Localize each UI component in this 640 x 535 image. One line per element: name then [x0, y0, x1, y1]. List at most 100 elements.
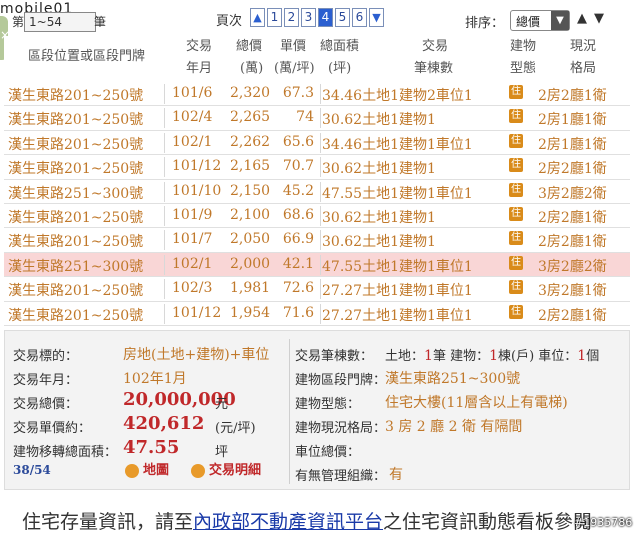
sort-desc-button[interactable]: ▼ — [594, 11, 604, 26]
pager-next-button[interactable]: ▼ — [369, 8, 384, 27]
table-row[interactable]: 漢生東路201~250號 101/7 2,050 66.9 30.62土地1建物… — [4, 228, 630, 253]
row-price: 2,100 — [230, 206, 271, 223]
row-divider — [164, 279, 165, 300]
map-pin-icon — [125, 463, 139, 478]
row-unit-price: 42.1 — [282, 255, 314, 272]
house-type-icon: 住 — [509, 182, 523, 197]
row-area: 47.55土地1建物1車位1 — [322, 185, 473, 202]
row-price: 2,050 — [230, 231, 271, 248]
map-button[interactable]: 地圖 — [125, 459, 169, 478]
pager-page-5[interactable]: 5 — [335, 8, 350, 27]
header-price-1: 總價 — [236, 39, 263, 54]
row-divider — [320, 132, 321, 153]
sort-asc-button[interactable]: ▲ — [577, 11, 587, 26]
transaction-detail-button[interactable]: 交易明細 — [191, 459, 261, 478]
document-icon — [191, 463, 205, 478]
row-date: 102/1 — [172, 255, 213, 272]
row-layout: 3房2廳2衛 — [538, 185, 607, 202]
table-row[interactable]: 漢生東路201~250號 101/6 2,320 67.3 34.46土地1建物… — [4, 82, 630, 107]
header-area-1: 總面積 — [320, 39, 360, 54]
platform-link[interactable]: 內政部不動產資訊平台 — [193, 511, 383, 533]
sort-select-value: 總價 — [516, 15, 541, 29]
table-row[interactable]: 漢生東路201~250號 102/4 2,265 74 30.62土地1建物1 … — [4, 106, 630, 131]
detail-building-type-label: 建物型態： — [295, 397, 361, 412]
row-divider — [320, 84, 321, 104]
page-range-select[interactable]: 1~54 — [24, 12, 96, 32]
page-range-suffix: 筆 — [94, 15, 107, 29]
row-divider — [320, 303, 321, 324]
detail-layout-label: 建物現況格局： — [295, 421, 387, 436]
row-address: 漢生東路201~250號 — [8, 209, 144, 226]
detail-area-unit: 坪 — [215, 445, 229, 460]
row-unit-price: 72.6 — [282, 280, 314, 297]
row-divider — [164, 84, 165, 104]
detail-unit-price-value: 420,612 — [123, 413, 205, 434]
house-type-icon: 住 — [509, 133, 523, 148]
row-price: 2,000 — [230, 255, 271, 272]
row-price: 2,150 — [230, 182, 271, 199]
house-type-icon: 住 — [509, 109, 523, 124]
detail-area-label: 建物移轉總面積： — [13, 445, 118, 460]
row-divider — [164, 205, 165, 226]
row-unit-price: 66.9 — [282, 231, 314, 248]
transaction-detail-panel: 交易標的： 房地(土地+建物)+車位 交易年月： 102年1月 交易總價： 20… — [4, 330, 630, 490]
row-divider — [320, 279, 321, 300]
table-row-selected[interactable]: 漢生東路251~300號 102/1 2,000 42.1 47.55土地1建物… — [4, 252, 630, 278]
row-area: 27.27土地1建物1車位1 — [322, 307, 473, 324]
detail-count-label: 交易筆棟數： — [295, 349, 374, 364]
row-price: 1,954 — [230, 304, 271, 321]
row-unit-price: 71.6 — [282, 304, 314, 321]
pager-prev-button[interactable]: ▲ — [250, 8, 265, 27]
house-type-icon: 住 — [509, 206, 523, 221]
table-row[interactable]: 漢生東路201~250號 101/12 1,954 71.6 27.27土地1建… — [4, 302, 630, 326]
table-row[interactable]: 漢生東路201~250號 101/9 2,100 68.6 30.62土地1建物… — [4, 204, 630, 229]
row-unit-price: 70.7 — [282, 158, 314, 175]
house-type-icon: 住 — [509, 255, 523, 270]
row-unit-price: 67.3 — [282, 85, 314, 101]
table-row[interactable]: 漢生東路201~250號 102/3 1,981 72.6 27.27土地1建物… — [4, 277, 630, 302]
row-price: 2,265 — [230, 109, 271, 126]
detail-month-value: 102年1月 — [123, 371, 187, 387]
table-row[interactable]: 漢生東路201~250號 101/12 2,165 70.7 30.62土地1建… — [4, 155, 630, 180]
detail-door-label: 建物區段門牌： — [295, 373, 387, 388]
pager-page-1[interactable]: 1 — [267, 8, 282, 27]
detail-target-label: 交易標的： — [13, 349, 79, 364]
sort-select[interactable]: 總價 ▼ — [510, 10, 570, 31]
row-divider — [164, 132, 165, 153]
row-address: 漢生東路201~250號 — [8, 112, 144, 129]
row-layout: 3房2廳2衛 — [538, 258, 607, 275]
table-row[interactable]: 漢生東路251~300號 101/10 2,150 45.2 47.55土地1建… — [4, 180, 630, 204]
row-area: 30.62土地1建物1 — [322, 161, 436, 178]
row-price: 2,320 — [230, 85, 271, 101]
row-address: 漢生東路201~250號 — [8, 161, 144, 178]
row-price: 2,165 — [230, 158, 271, 175]
row-divider — [164, 157, 165, 178]
row-area: 34.46土地1建物2車位1 — [322, 88, 473, 104]
top-toolbar: mobile01 × 第 1~54 筆 頁次 ▲ 1 2 3 4 5 6 ▼ 排… — [0, 0, 640, 60]
row-address: 漢生東路201~250號 — [8, 136, 144, 153]
pager-label: 頁次 — [216, 14, 243, 29]
pager-page-2[interactable]: 2 — [284, 8, 299, 27]
detail-unit-price-label: 交易單價約： — [13, 421, 92, 436]
row-area: 47.55土地1建物1車位1 — [322, 258, 473, 275]
pager-page-3[interactable]: 3 — [301, 8, 316, 27]
detail-building-type-value: 住宅大樓(11層含以上有電梯) — [385, 395, 568, 411]
row-divider — [320, 157, 321, 178]
row-unit-price: 74 — [296, 109, 314, 126]
row-address: 漢生東路201~250號 — [8, 88, 144, 104]
house-type-icon: 住 — [509, 158, 523, 173]
header-area-2: (坪) — [328, 61, 352, 76]
row-divider — [320, 108, 321, 129]
row-divider — [164, 254, 165, 275]
row-price: 2,262 — [230, 133, 271, 150]
row-date: 101/6 — [172, 85, 213, 101]
detail-total-unit: 元 — [215, 397, 229, 412]
detail-management-label: 有無管理組織： — [295, 469, 387, 484]
table-row[interactable]: 漢生東路201~250號 102/1 2,262 65.6 34.46土地1建物… — [4, 131, 630, 156]
row-layout: 2房1廳1衛 — [538, 112, 607, 129]
row-area: 30.62土地1建物1 — [322, 112, 436, 129]
pager-page-4[interactable]: 4 — [318, 8, 333, 27]
house-type-icon: 住 — [509, 85, 523, 99]
pager-page-6[interactable]: 6 — [352, 8, 367, 27]
row-address: 漢生東路251~300號 — [8, 258, 144, 275]
